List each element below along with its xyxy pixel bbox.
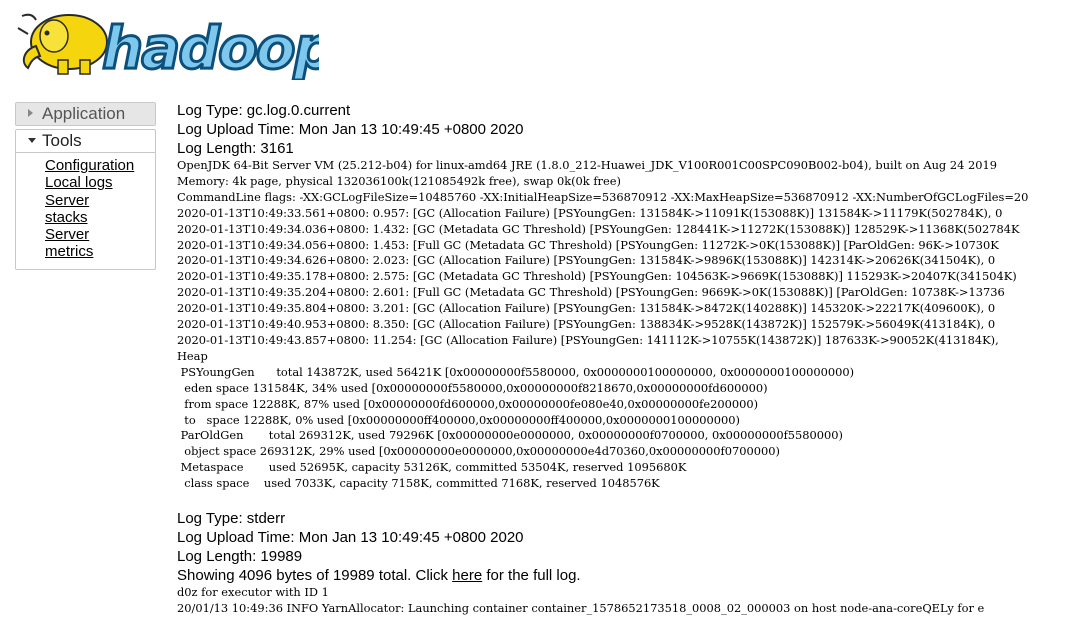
log-line: CommandLine flags: -XX:GCLogFileSize=104… <box>177 189 1029 204</box>
tools-link-local-logs[interactable]: Local logs <box>45 174 113 191</box>
chevron-down-icon <box>28 138 36 143</box>
log-type: Log Type: gc.log.0.current <box>177 102 351 119</box>
hadoop-logo[interactable]: hadoop <box>14 6 337 84</box>
log-type: Log Type: stderr <box>177 510 286 528</box>
sidebar-header-label: Application <box>42 104 126 123</box>
tools-link-configuration[interactable]: Configuration <box>45 157 134 174</box>
log-line: 2020-01-13T10:49:40.953+0800: 8.350: [GC… <box>177 317 996 332</box>
log-line: Heap <box>177 348 208 363</box>
sidebar-section-tools: Tools Configuration Local logs Server st… <box>15 129 156 270</box>
log-line: 20/01/13 10:49:36 INFO YarnAllocator: La… <box>177 600 985 615</box>
log-upload-time: Log Upload Time: Mon Jan 13 10:49:45 +08… <box>177 121 524 138</box>
chevron-right-icon <box>28 109 33 117</box>
log-line: object space 269312K, 29% used [0x000000… <box>177 444 780 459</box>
log-line: 2020-01-13T10:49:35.178+0800: 2.575: [GC… <box>177 269 1017 284</box>
sidebar: Application Tools Configuration Local lo… <box>15 102 156 270</box>
log-line: OpenJDK 64-Bit Server VM (25.212-b04) fo… <box>177 158 997 172</box>
sidebar-section-application[interactable]: Application <box>15 102 156 126</box>
log-line: 2020-01-13T10:49:43.857+0800: 11.254: [G… <box>177 332 999 347</box>
log-line: 2020-01-13T10:49:35.804+0800: 3.201: [GC… <box>177 301 996 316</box>
log-text: d0z for executor with ID 1 20/01/13 10:4… <box>177 585 1067 617</box>
full-log-link[interactable]: here <box>452 567 482 584</box>
log-upload-time: Log Upload Time: Mon Jan 13 10:49:45 +08… <box>177 529 524 547</box>
hadoop-wordmark: hadoop <box>102 14 319 80</box>
log-line: from space 12288K, 87% used [0x00000000f… <box>177 396 759 411</box>
showing-prefix: Showing 4096 bytes of 19989 total. Click <box>177 567 453 585</box>
tools-link-server-stacks[interactable]: Server stacks <box>45 192 115 227</box>
log-line: Metaspace used 52695K, capacity 53126K, … <box>177 460 687 475</box>
log-line: 2020-01-13T10:49:34.056+0800: 1.453: [Fu… <box>177 237 999 252</box>
log-line: to space 12288K, 0% used [0x00000000ff40… <box>177 412 740 427</box>
tools-link-server-metrics[interactable]: Server metrics <box>45 226 115 261</box>
tools-item: Local logs <box>45 174 155 191</box>
log-length: Log Length: 3161 <box>177 140 294 157</box>
tools-item: Server stacks <box>45 192 155 227</box>
log-content: Log Type: gc.log.0.current Log Upload Ti… <box>177 101 1067 617</box>
tools-item: Server metrics <box>45 226 155 261</box>
log-line: 2020-01-13T10:49:34.036+0800: 1.432: [GC… <box>177 221 1020 236</box>
log-line: class space used 7033K, capacity 7158K, … <box>177 476 660 491</box>
log-showing-info: Showing 4096 bytes of 19989 total. Click… <box>177 566 1067 585</box>
log-line: eden space 131584K, 34% used [0x00000000… <box>177 380 768 395</box>
log-text: OpenJDK 64-Bit Server VM (25.212-b04) fo… <box>177 158 1067 492</box>
tools-item: Configuration <box>45 157 155 174</box>
sidebar-header-label: Tools <box>42 131 82 150</box>
showing-suffix: for the full log. <box>482 567 581 585</box>
sidebar-header-tools[interactable]: Tools <box>16 130 155 153</box>
log-line: PSYoungGen total 143872K, used 56421K [0… <box>177 364 855 379</box>
log-line: ParOldGen total 269312K, used 79296K [0x… <box>177 428 843 443</box>
hadoop-elephant-icon: hadoop <box>17 13 337 84</box>
log-line: d0z for executor with ID 1 <box>177 585 329 600</box>
log-line: 2020-01-13T10:49:34.626+0800: 2.023: [GC… <box>177 253 996 268</box>
tools-list: Configuration Local logs Server stacks S… <box>45 157 155 261</box>
log-line: 2020-01-13T10:49:33.561+0800: 0.957: [GC… <box>177 205 1003 220</box>
sidebar-header-application[interactable]: Application <box>16 103 155 125</box>
log-line: Memory: 4k page, physical 132036100k(121… <box>177 173 621 188</box>
log-length: Log Length: 19989 <box>177 548 303 566</box>
log-line: 2020-01-13T10:49:35.204+0800: 2.601: [Fu… <box>177 285 1005 300</box>
